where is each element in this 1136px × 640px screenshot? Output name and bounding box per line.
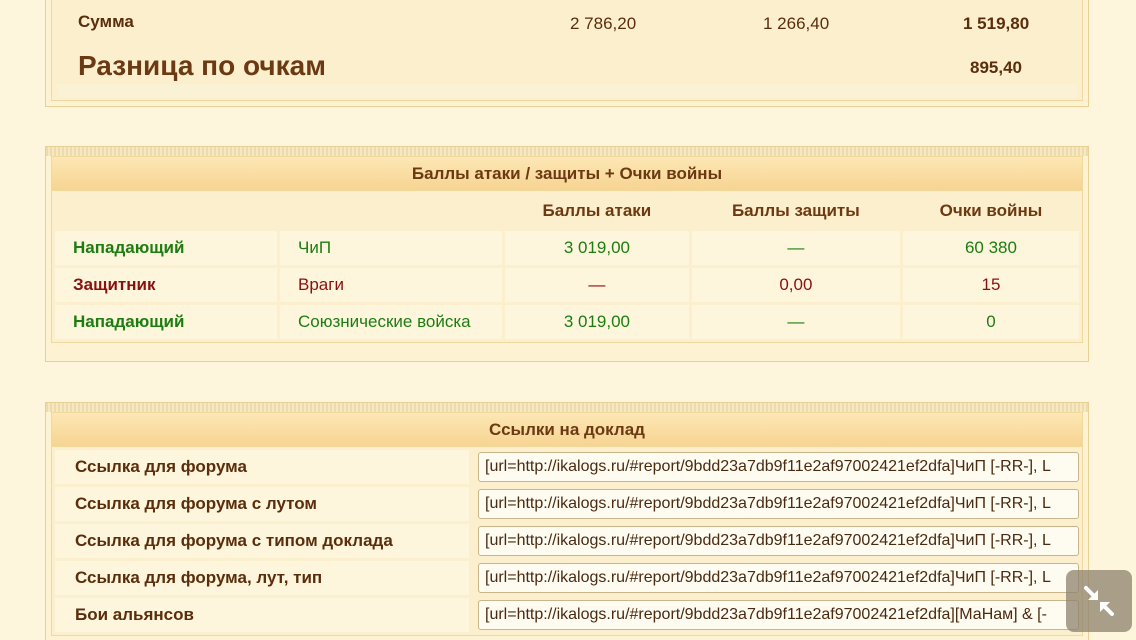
divider: [57, 84, 1077, 98]
collapse-arrows-icon: [1084, 586, 1114, 616]
battle-points-inner: Баллы атаки / защиты + Очки войны Баллы …: [51, 156, 1083, 343]
battle-points-title: Баллы атаки / защиты + Очки войны: [52, 157, 1082, 191]
link-cell: [url=http://ikalogs.ru/#report/9bdd23a7d…: [472, 487, 1079, 521]
attack-cell: —: [505, 268, 689, 302]
table-row: Защитник Враги — 0,00 15: [55, 268, 1079, 302]
table-header-row: Баллы атаки Баллы защиты Очки войны: [55, 194, 1079, 228]
summary-panel: Сумма 2 786,20 1 266,40 1 519,80 Разница…: [45, 0, 1089, 107]
sum-value-war: 1 519,80: [963, 14, 1030, 33]
sum-label: Сумма: [78, 12, 134, 31]
forum-link-input[interactable]: [url=http://ikalogs.ru/#report/9bdd23a7d…: [478, 452, 1079, 482]
collapse-button[interactable]: [1066, 570, 1132, 632]
defense-cell: 0,00: [691, 268, 900, 302]
war-cell: 0: [902, 305, 1079, 339]
table-row: Нападающий Союзнические войска 3 019,00 …: [55, 305, 1079, 339]
link-label: Ссылка для форума с типом доклада: [55, 524, 469, 558]
score-difference-title: Разница по очкам: [78, 50, 326, 81]
link-label: Ссылка для форума, лут, тип: [55, 561, 469, 595]
forum-link-loot-input[interactable]: [url=http://ikalogs.ru/#report/9bdd23a7d…: [478, 489, 1079, 519]
link-cell: [url=http://ikalogs.ru/#report/9bdd23a7d…: [472, 450, 1079, 484]
report-links-title: Ссылки на доклад: [52, 413, 1082, 447]
side-cell: ЧиП: [280, 231, 502, 265]
defense-cell: —: [691, 231, 900, 265]
defense-cell: —: [691, 305, 900, 339]
attack-cell: 3 019,00: [505, 305, 689, 339]
report-links-panel: Ссылки на доклад Ссылка для форума [url=…: [45, 402, 1089, 640]
link-row: Ссылка для форума [url=http://ikalogs.ru…: [55, 450, 1079, 484]
panel-ornament: [46, 147, 1088, 156]
link-cell: [url=http://ikalogs.ru/#report/9bdd23a7d…: [472, 561, 1079, 595]
link-row: Бои альянсов [url=http://ikalogs.ru/#rep…: [55, 598, 1079, 632]
header-empty: [280, 194, 502, 228]
link-label: Бои альянсов: [55, 598, 469, 632]
header-defense: Баллы защиты: [731, 201, 860, 220]
link-cell: [url=http://ikalogs.ru/#report/9bdd23a7d…: [472, 598, 1079, 632]
war-cell: 60 380: [902, 231, 1079, 265]
sum-value-defense: 1 266,40: [763, 14, 830, 33]
link-row: Ссылка для форума с лутом [url=http://ik…: [55, 487, 1079, 521]
link-row: Ссылка для форума с типом доклада [url=h…: [55, 524, 1079, 558]
forum-link-loot-type-input[interactable]: [url=http://ikalogs.ru/#report/9bdd23a7d…: [478, 563, 1079, 593]
sum-value-attack: 2 786,20: [570, 14, 637, 33]
header-attack: Баллы атаки: [542, 201, 652, 220]
panel-ornament: [46, 403, 1088, 412]
score-difference-value: 895,40: [970, 58, 1022, 77]
attack-cell: 3 019,00: [505, 231, 689, 265]
link-cell: [url=http://ikalogs.ru/#report/9bdd23a7d…: [472, 524, 1079, 558]
header-empty: [55, 194, 277, 228]
role-cell: Нападающий: [55, 231, 277, 265]
summary-inner: Сумма 2 786,20 1 266,40 1 519,80 Разница…: [51, 0, 1083, 101]
battle-points-table: Баллы атаки Баллы защиты Очки войны Напа…: [52, 191, 1082, 342]
role-cell: Нападающий: [55, 305, 277, 339]
link-row: Ссылка для форума, лут, тип [url=http://…: [55, 561, 1079, 595]
alliance-battles-input[interactable]: [url=http://ikalogs.ru/#report/9bdd23a7d…: [478, 600, 1079, 630]
side-cell: Союзнические войска: [280, 305, 502, 339]
role-cell: Защитник: [55, 268, 277, 302]
forum-link-type-input[interactable]: [url=http://ikalogs.ru/#report/9bdd23a7d…: [478, 526, 1079, 556]
battle-points-panel: Баллы атаки / защиты + Очки войны Баллы …: [45, 146, 1089, 362]
report-links-inner: Ссылки на доклад Ссылка для форума [url=…: [51, 412, 1083, 636]
header-war: Очки войны: [939, 201, 1043, 220]
report-links-table: Ссылка для форума [url=http://ikalogs.ru…: [52, 447, 1082, 635]
link-label: Ссылка для форума: [55, 450, 469, 484]
table-row: Нападающий ЧиП 3 019,00 — 60 380: [55, 231, 1079, 265]
side-cell: Враги: [280, 268, 502, 302]
link-label: Ссылка для форума с лутом: [55, 487, 469, 521]
war-cell: 15: [902, 268, 1079, 302]
